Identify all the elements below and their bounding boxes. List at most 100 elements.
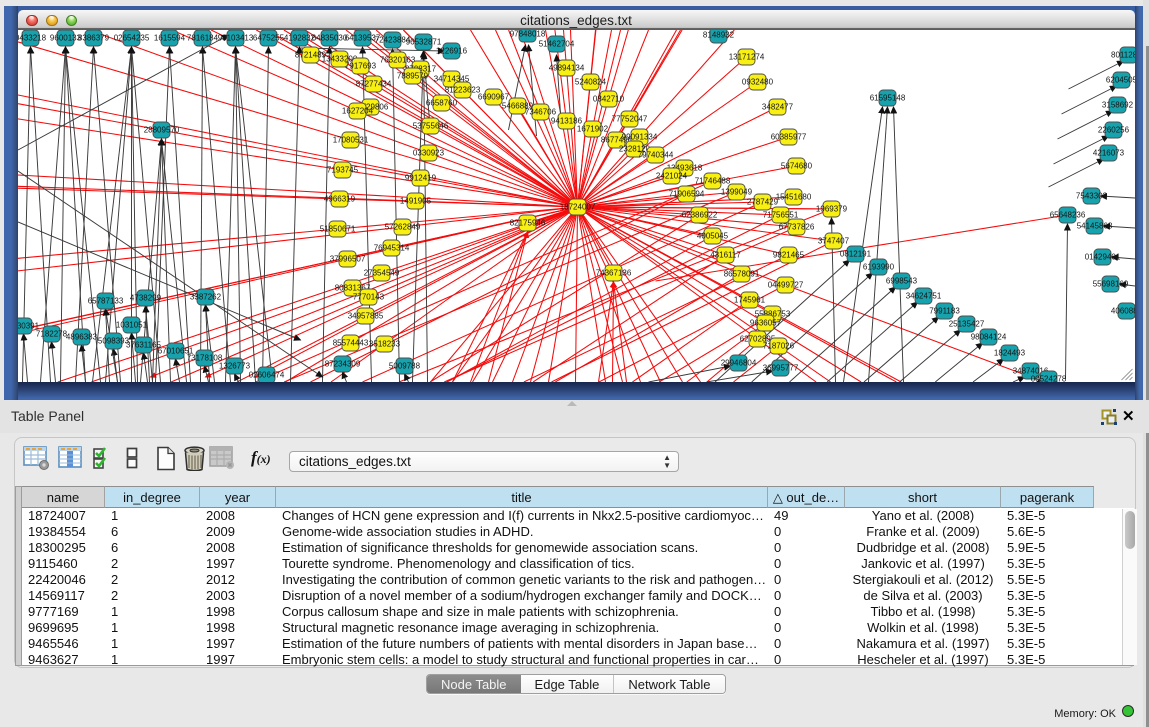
svg-text:55698169: 55698169	[1092, 280, 1128, 289]
svg-text:3747407: 3747407	[817, 237, 849, 246]
svg-text:82175946: 82175946	[509, 219, 545, 228]
svg-text:7187026: 7187026	[762, 342, 794, 351]
svg-text:7917693: 7917693	[344, 62, 376, 71]
svg-text:04499727: 04499727	[767, 281, 803, 290]
svg-text:9636057: 9636057	[749, 319, 781, 328]
svg-text:13171274: 13171274	[728, 53, 764, 62]
svg-text:0433218: 0433218	[18, 34, 47, 43]
svg-text:4005045: 4005045	[696, 232, 728, 241]
svg-text:3387262: 3387262	[189, 293, 221, 302]
svg-text:1745961: 1745961	[733, 296, 765, 305]
svg-text:1326773: 1326773	[218, 362, 250, 371]
svg-text:5240824: 5240824	[574, 78, 606, 87]
svg-text:1615594: 1615594	[153, 34, 185, 43]
svg-text:5098393: 5098393	[97, 337, 129, 346]
svg-text:1671902: 1671902	[576, 125, 608, 134]
svg-text:17080531: 17080531	[332, 136, 368, 145]
svg-text:80112805: 80112805	[1111, 51, 1135, 60]
svg-text:6658760: 6658760	[425, 99, 457, 108]
svg-text:27354549: 27354549	[363, 269, 399, 278]
svg-text:7346706: 7346706	[524, 108, 556, 117]
svg-text:79740344: 79740344	[637, 151, 673, 160]
svg-text:74367136: 74367136	[595, 269, 631, 278]
svg-text:98084124: 98084124	[970, 333, 1006, 342]
svg-text:87234309: 87234309	[324, 360, 360, 369]
svg-text:64835030: 64835030	[311, 34, 347, 43]
svg-text:65648236: 65648236	[1049, 211, 1085, 220]
svg-text:96532871: 96532871	[405, 38, 441, 47]
svg-text:99091334: 99091334	[621, 133, 657, 142]
svg-text:1491905: 1491905	[399, 197, 431, 206]
svg-text:62386922: 62386922	[681, 211, 717, 220]
svg-text:1031051: 1031051	[115, 321, 147, 330]
svg-text:97848018: 97848018	[509, 30, 545, 39]
svg-text:2787429: 2787429	[746, 198, 778, 207]
svg-text:51462704: 51462704	[538, 40, 574, 49]
svg-text:18724007: 18724007	[559, 203, 595, 212]
svg-text:6193990: 6193990	[862, 263, 894, 272]
svg-text:57262849: 57262849	[384, 223, 420, 232]
svg-text:29946804: 29946804	[720, 359, 756, 368]
svg-text:9413186: 9413186	[550, 117, 582, 126]
svg-text:0932480: 0932480	[741, 78, 773, 87]
svg-text:6475255: 6475255	[252, 34, 284, 43]
svg-text:7543303: 7543303	[1075, 192, 1107, 201]
svg-text:15451680: 15451680	[775, 193, 811, 202]
svg-text:7770143: 7770143	[352, 293, 384, 302]
svg-text:7889579: 7889579	[396, 72, 428, 81]
svg-text:77752047: 77752047	[611, 115, 647, 124]
svg-text:0330923: 0330923	[412, 149, 444, 158]
svg-text:28809570: 28809570	[143, 126, 179, 135]
svg-text:85574443: 85574443	[332, 339, 368, 348]
svg-text:5674680: 5674680	[780, 162, 812, 171]
svg-text:1969379: 1969379	[815, 205, 847, 214]
svg-text:4738299: 4738299	[129, 294, 161, 303]
svg-text:36995777: 36995777	[762, 364, 798, 373]
svg-text:4060883: 4060883	[1110, 307, 1134, 316]
svg-text:4316117: 4316117	[710, 251, 741, 260]
svg-text:51850671: 51850671	[319, 225, 355, 234]
svg-text:37631165: 37631165	[126, 341, 162, 350]
svg-text:4896383: 4896383	[65, 333, 97, 342]
svg-text:86578091: 86578091	[723, 270, 759, 279]
svg-text:0812191: 0812191	[839, 250, 871, 259]
svg-text:93103413: 93103413	[217, 34, 253, 43]
svg-text:2421024: 2421024	[655, 172, 687, 181]
svg-text:1226916: 1226916	[435, 47, 467, 56]
svg-text:1399049: 1399049	[720, 188, 752, 197]
svg-text:71906594: 71906594	[668, 190, 704, 199]
svg-text:3482477: 3482477	[761, 103, 793, 112]
svg-text:4216073: 4216073	[1092, 149, 1124, 158]
svg-text:2260256: 2260256	[1097, 126, 1129, 135]
svg-text:76945314: 76945314	[373, 244, 409, 253]
svg-text:61595148: 61595148	[869, 94, 905, 103]
svg-text:67737826: 67737826	[778, 223, 814, 232]
svg-text:01429401: 01429401	[1084, 253, 1120, 262]
svg-text:0842710: 0842710	[592, 95, 624, 104]
svg-text:7816184: 7816184	[186, 34, 218, 43]
svg-text:6690967: 6690967	[477, 93, 509, 102]
svg-text:6204505: 6204505	[1105, 76, 1134, 85]
svg-text:1627204: 1627204	[341, 107, 373, 116]
svg-text:8148932: 8148932	[702, 31, 734, 40]
svg-text:02654235: 02654235	[113, 34, 149, 43]
svg-text:49894134: 49894134	[548, 64, 584, 73]
svg-text:9600133: 9600133	[49, 34, 81, 43]
svg-text:25135427: 25135427	[948, 320, 984, 329]
svg-text:02606474: 02606474	[248, 371, 284, 380]
svg-text:9821465: 9821465	[772, 251, 804, 260]
svg-text:8386379: 8386379	[77, 34, 109, 43]
svg-text:5009788: 5009788	[388, 362, 420, 371]
svg-text:76320163: 76320163	[379, 56, 415, 65]
svg-text:54145868: 54145868	[1076, 222, 1112, 231]
svg-text:7991183: 7991183	[929, 307, 960, 316]
svg-text:81223623: 81223623	[444, 86, 480, 95]
svg-text:7182278: 7182278	[35, 330, 67, 339]
svg-text:65787133: 65787133	[87, 297, 123, 306]
svg-text:3518233: 3518233	[368, 340, 400, 349]
svg-text:4966319: 4966319	[323, 195, 355, 204]
svg-text:34624751: 34624751	[905, 292, 941, 301]
svg-text:60385977: 60385977	[770, 133, 806, 142]
svg-text:71756551: 71756551	[762, 211, 798, 220]
svg-text:37996507: 37996507	[329, 255, 365, 264]
